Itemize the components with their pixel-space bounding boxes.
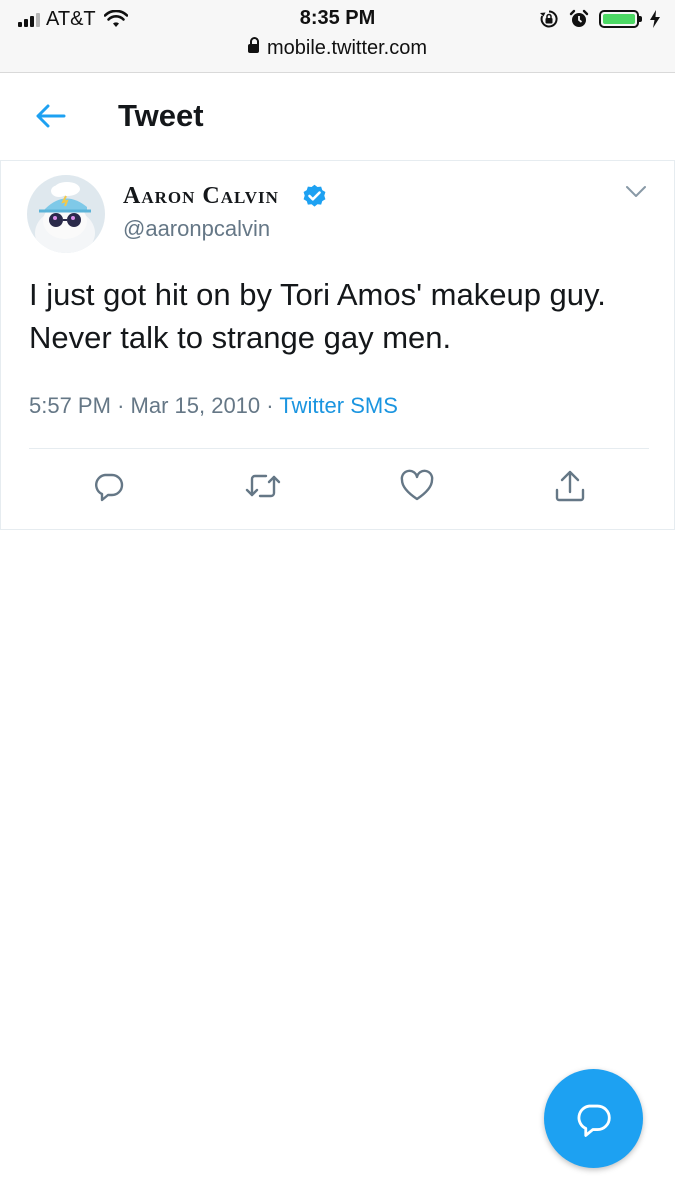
tweet-actions: [1, 450, 674, 528]
avatar[interactable]: [27, 175, 105, 253]
compose-reply-button[interactable]: [544, 1069, 643, 1168]
address-bar[interactable]: mobile.twitter.com: [0, 37, 675, 60]
verified-badge-icon: [303, 184, 326, 207]
alarm-icon: [569, 9, 589, 27]
tweet-text: I just got hit on by Tori Amos' makeup g…: [29, 277, 606, 355]
system-icons: [539, 8, 661, 30]
tweet-meta: 5:57 PM · Mar 15, 2010 · Twitter SMS: [29, 393, 398, 419]
compose-reply-icon: [577, 1104, 611, 1137]
retweet-button[interactable]: [241, 464, 285, 508]
rotation-lock-icon: [540, 10, 558, 28]
battery-icon: [599, 10, 642, 28]
tweet-date[interactable]: Mar 15, 2010: [131, 393, 261, 418]
reply-button[interactable]: [87, 464, 131, 508]
author-name[interactable]: Aaron Calvin: [123, 183, 279, 210]
arrow-left-icon[interactable]: [28, 98, 72, 134]
author-handle[interactable]: @aaronpcalvin: [123, 216, 270, 242]
page-header: Tweet: [0, 73, 675, 161]
share-icon: [555, 470, 585, 502]
retweet-icon: [245, 474, 281, 498]
tweet-time[interactable]: 5:57 PM: [29, 393, 111, 418]
like-icon: [400, 469, 434, 501]
lock-icon: [247, 37, 259, 53]
status-bar: AT&T 8:35 PM mobile.twitter.com: [0, 0, 675, 73]
chevron-down-icon[interactable]: [625, 185, 647, 199]
page-title: Tweet: [118, 98, 204, 133]
meta-separator: ·: [117, 393, 125, 418]
charging-bolt-icon: [650, 10, 660, 28]
tweet-source-link[interactable]: Twitter SMS: [279, 393, 398, 418]
tweet-card: Aaron Calvin @aaronpcalvin I just got hi…: [0, 161, 675, 530]
meta-separator: ·: [266, 393, 274, 418]
divider: [29, 448, 649, 449]
reply-icon: [95, 473, 124, 502]
like-button[interactable]: [395, 464, 439, 508]
url-text: mobile.twitter.com: [266, 37, 428, 59]
share-button[interactable]: [548, 464, 592, 508]
